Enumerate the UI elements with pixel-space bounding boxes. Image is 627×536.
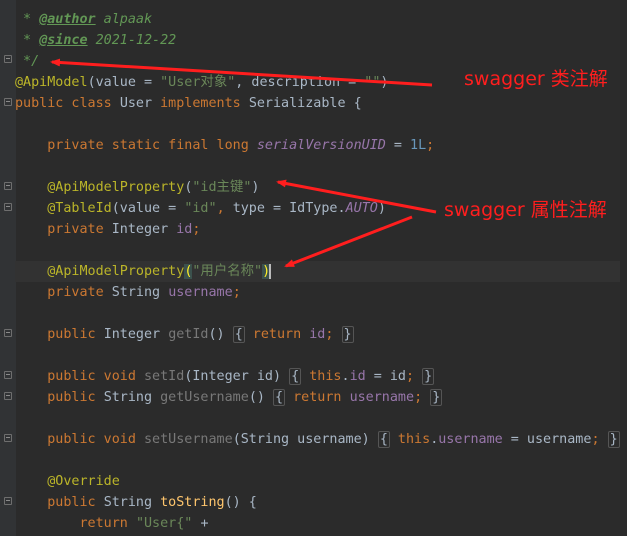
class-annotation-label: swagger 类注解: [464, 68, 608, 90]
property-annotation-label: swagger 属性注解: [444, 199, 607, 221]
property-annotation-arrow: [284, 215, 413, 268]
property-annotation-arrow: [276, 179, 437, 214]
class-annotation-arrow: [50, 58, 433, 87]
